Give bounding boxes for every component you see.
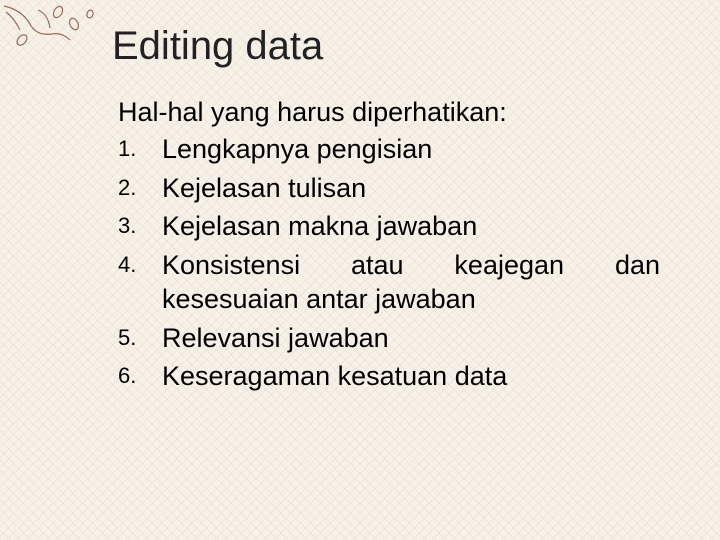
list-item: 4. Konsistensi atau keajegan dan kesesua… (118, 248, 660, 317)
list-text: Keseragaman kesatuan data (162, 359, 660, 394)
list-number: 5. (118, 321, 162, 356)
list-text: Kejelasan tulisan (162, 171, 660, 206)
list-number: 4. (118, 248, 162, 317)
slide: Editing data Hal-hal yang harus diperhat… (0, 0, 720, 540)
list-number: 1. (118, 132, 162, 167)
intro-text: Hal-hal yang harus diperhatikan: (118, 97, 660, 128)
list-text: Konsistensi atau keajegan dan kesesuaian… (162, 248, 660, 317)
list-number: 2. (118, 171, 162, 206)
list-item: 5. Relevansi jawaban (118, 321, 660, 356)
list-number: 6. (118, 359, 162, 394)
list-item: 3. Kejelasan makna jawaban (118, 209, 660, 244)
list-text: Lengkapnya pengisian (162, 132, 660, 167)
list-item: 1. Lengkapnya pengisian (118, 132, 660, 167)
points-list: 1. Lengkapnya pengisian 2. Kejelasan tul… (112, 132, 660, 394)
slide-title: Editing data (112, 24, 660, 69)
list-item: 6. Keseragaman kesatuan data (118, 359, 660, 394)
list-text: Kejelasan makna jawaban (162, 209, 660, 244)
slide-content: Editing data Hal-hal yang harus diperhat… (0, 0, 720, 428)
list-text: Relevansi jawaban (162, 321, 660, 356)
list-item: 2. Kejelasan tulisan (118, 171, 660, 206)
list-number: 3. (118, 209, 162, 244)
